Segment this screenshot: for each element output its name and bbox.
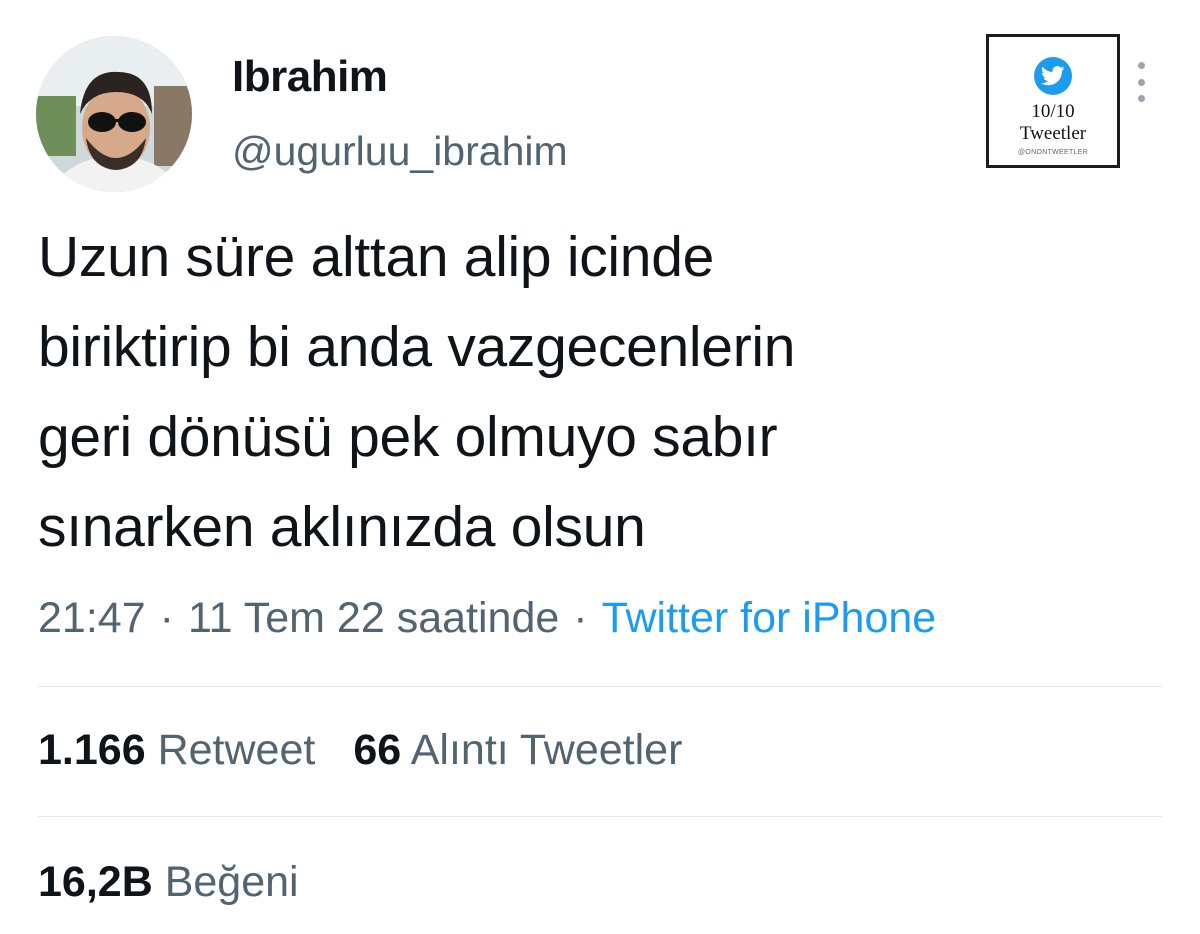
dot (1137, 95, 1145, 102)
retweets-label: Retweet (157, 726, 316, 774)
dot (1137, 78, 1145, 86)
likes-stat[interactable]: 16,2B Beğeni (38, 858, 299, 906)
tweet-text-line: Uzun süre alttan alip icinde (38, 225, 714, 289)
tweet-text-line: biriktirip bi anda vazgecenlerin (38, 315, 796, 379)
divider (38, 686, 1162, 687)
likes-row: 16,2B Beğeni (38, 858, 299, 907)
avatar[interactable] (36, 36, 192, 192)
tweet-text-line: geri dönüsü pek olmuyo sabır (38, 405, 778, 469)
badge-label: Tweetler (1019, 123, 1087, 144)
meta-separator: · (573, 594, 588, 642)
author-handle[interactable]: @ugurluu_ibrahim (232, 128, 568, 175)
meta-separator: · (159, 594, 174, 642)
tweet-meta: 21:47 · 11 Tem 22 saatinde · Twitter for iPh… (38, 594, 936, 643)
likes-count: 16,2B (38, 858, 153, 906)
engagement-row: 1.166 Retweet 66 Alıntı Tweetler (38, 726, 682, 775)
retweets-count: 1.166 (38, 726, 146, 774)
likes-label: Beğeni (164, 858, 299, 906)
tweet-time[interactable]: 21:47 (38, 594, 146, 642)
tweet-source-link[interactable]: Twitter for iPhone (602, 594, 937, 642)
dot (1137, 62, 1145, 69)
badge-score: 10/10 (1031, 101, 1075, 122)
divider (38, 816, 1162, 817)
watermark-badge: 10/10 Tweetler @ONONTWEETLER (986, 34, 1120, 168)
tweet-text: Uzun süre alttan alip icinde biriktirip … (38, 212, 1098, 572)
quotes-stat[interactable]: 66 Alıntı Tweetler (353, 726, 682, 774)
author-name[interactable]: Ibrahim (232, 52, 388, 102)
twitter-bird-icon (1034, 57, 1072, 95)
profile-photo (36, 36, 192, 192)
tweet-text-line: sınarken aklınızda olsun (38, 495, 646, 559)
more-options-icon[interactable] (1134, 62, 1148, 102)
quotes-count: 66 (353, 726, 402, 774)
badge-signature: @ONONTWEETLER (1017, 149, 1089, 156)
retweets-stat[interactable]: 1.166 Retweet (38, 726, 315, 774)
tweet-date[interactable]: 11 Tem 22 saatinde (188, 594, 559, 642)
quotes-label: Alıntı Tweetler (410, 726, 683, 774)
